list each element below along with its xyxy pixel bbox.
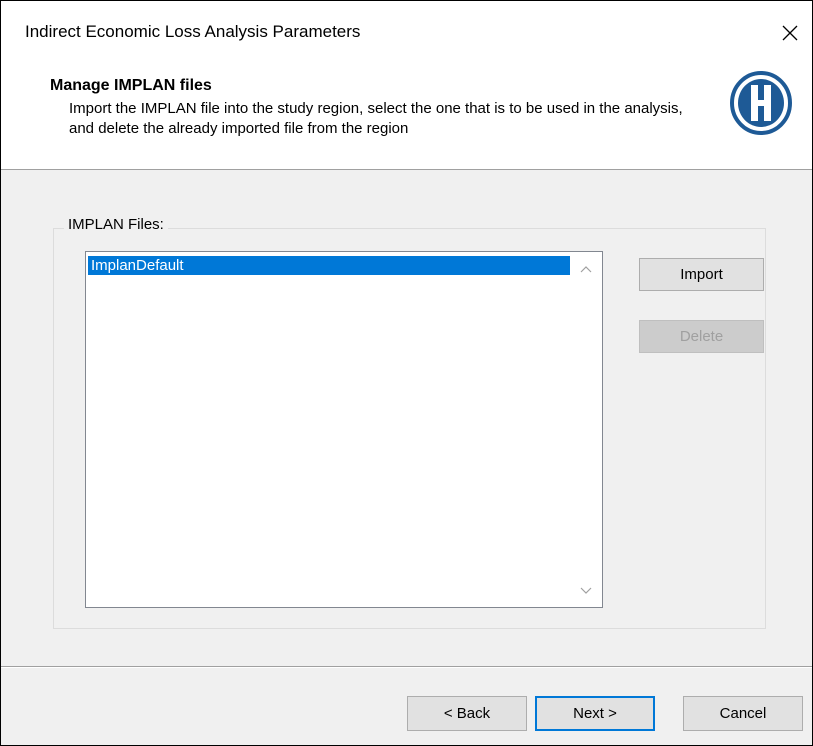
header-description: Import the IMPLAN file into the study re… xyxy=(69,100,683,137)
import-button[interactable]: Import xyxy=(639,258,764,291)
wizard-header: Manage IMPLAN files Import the IMPLAN fi… xyxy=(1,65,812,170)
list-item[interactable]: ImplanDefault xyxy=(88,256,570,275)
implan-files-listbox[interactable]: ImplanDefault xyxy=(85,251,603,608)
title-bar: Indirect Economic Loss Analysis Paramete… xyxy=(1,1,812,65)
chevron-down-icon xyxy=(580,587,592,594)
delete-button[interactable]: Delete xyxy=(639,320,764,353)
header-title: Manage IMPLAN files xyxy=(50,77,212,94)
dialog-window: Indirect Economic Loss Analysis Paramete… xyxy=(0,0,813,746)
window-title: Indirect Economic Loss Analysis Paramete… xyxy=(25,22,361,41)
chevron-up-icon xyxy=(580,266,592,273)
scroll-up-button[interactable] xyxy=(576,260,596,278)
next-button[interactable]: Next > xyxy=(535,696,655,731)
cancel-button[interactable]: Cancel xyxy=(683,696,803,731)
close-button[interactable] xyxy=(768,13,812,53)
implan-files-label: IMPLAN Files: xyxy=(64,216,168,233)
hazus-logo-icon xyxy=(730,71,792,135)
scroll-down-button[interactable] xyxy=(576,582,596,600)
footer-separator-highlight xyxy=(1,667,812,668)
back-button[interactable]: < Back xyxy=(407,696,527,731)
close-icon xyxy=(782,25,798,41)
